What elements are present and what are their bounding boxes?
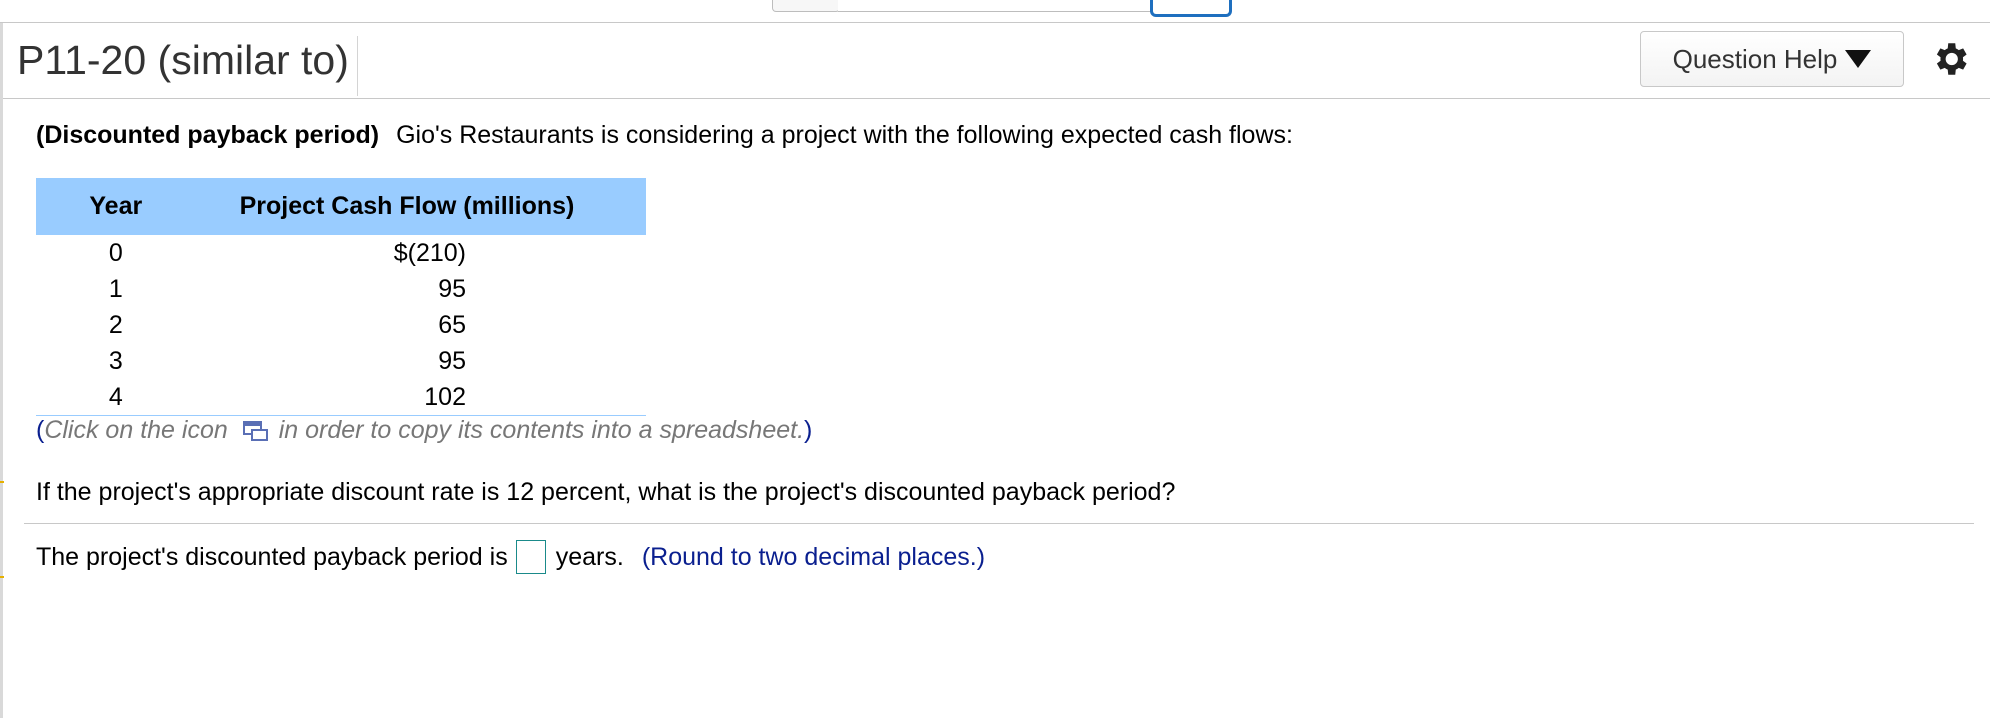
cash-flow-cell: 65 <box>438 311 466 339</box>
column-header-cash-flow: Project Cash Flow (millions) <box>195 178 646 235</box>
table-row: 3 95 <box>36 343 646 379</box>
cash-flow-cell: 102 <box>195 379 646 416</box>
cash-flow-cell: 95 <box>438 347 466 375</box>
copy-note-before: Click on the icon <box>44 416 228 444</box>
problem-text: Gio's Restaurants is considering a proje… <box>396 121 1293 149</box>
cash-flow-cell: 95 <box>438 275 466 303</box>
top-toolbar <box>0 0 1990 23</box>
edge-marker <box>0 576 4 578</box>
rounding-note: (Round to two decimal places.) <box>641 542 986 571</box>
toolbar-segment[interactable] <box>838 0 1151 12</box>
toolbar-focused-button[interactable] <box>1150 0 1232 17</box>
page-title: P11-20 (similar to) <box>17 36 358 96</box>
section-divider <box>24 523 1974 524</box>
answer-prefix: The project's discounted payback period … <box>36 542 508 571</box>
year-cell: 4 <box>36 379 196 416</box>
table-row: 1 95 <box>36 271 646 307</box>
paren-close: ) <box>804 416 813 444</box>
year-cell: 3 <box>108 347 123 375</box>
cash-flow-cell: $(210) <box>393 239 466 267</box>
question-header: P11-20 (similar to) Question Help <box>3 22 1990 99</box>
problem-topic: (Discounted payback period) <box>36 121 380 149</box>
payback-period-input[interactable] <box>515 540 546 574</box>
table-row: 2 65 <box>36 307 646 343</box>
table-row: 0 $(210) <box>36 235 646 271</box>
toolbar-segment[interactable] <box>772 0 840 12</box>
column-header-year: Year <box>36 178 196 235</box>
gear-icon[interactable] <box>1929 38 1971 80</box>
question-body: (Discounted payback period) Gio's Restau… <box>36 118 1936 506</box>
cash-flow-table: Year Project Cash Flow (millions) 0 $(21… <box>36 178 646 416</box>
question-text: If the project's appropriate discount ra… <box>36 478 1176 506</box>
year-cell: 0 <box>108 239 123 267</box>
edge-marker <box>0 481 4 483</box>
copy-to-spreadsheet-icon[interactable] <box>242 420 269 442</box>
answer-suffix: years. <box>555 542 624 571</box>
copy-note-after: in order to copy its contents into a spr… <box>278 416 805 444</box>
year-cell: 1 <box>108 275 123 303</box>
caret-down-icon <box>1845 50 1872 68</box>
question-help-button[interactable]: Question Help <box>1640 31 1904 87</box>
year-cell: 2 <box>108 311 123 339</box>
copy-instruction: (Click on the icon in order to copy its … <box>36 416 812 445</box>
problem-intro: (Discounted payback period) Gio's Restau… <box>36 118 1936 152</box>
left-edge <box>0 0 3 718</box>
question-help-label: Question Help <box>1672 43 1838 74</box>
answer-row: The project's discounted payback period … <box>36 540 985 574</box>
table-row: 4 102 <box>36 379 646 416</box>
